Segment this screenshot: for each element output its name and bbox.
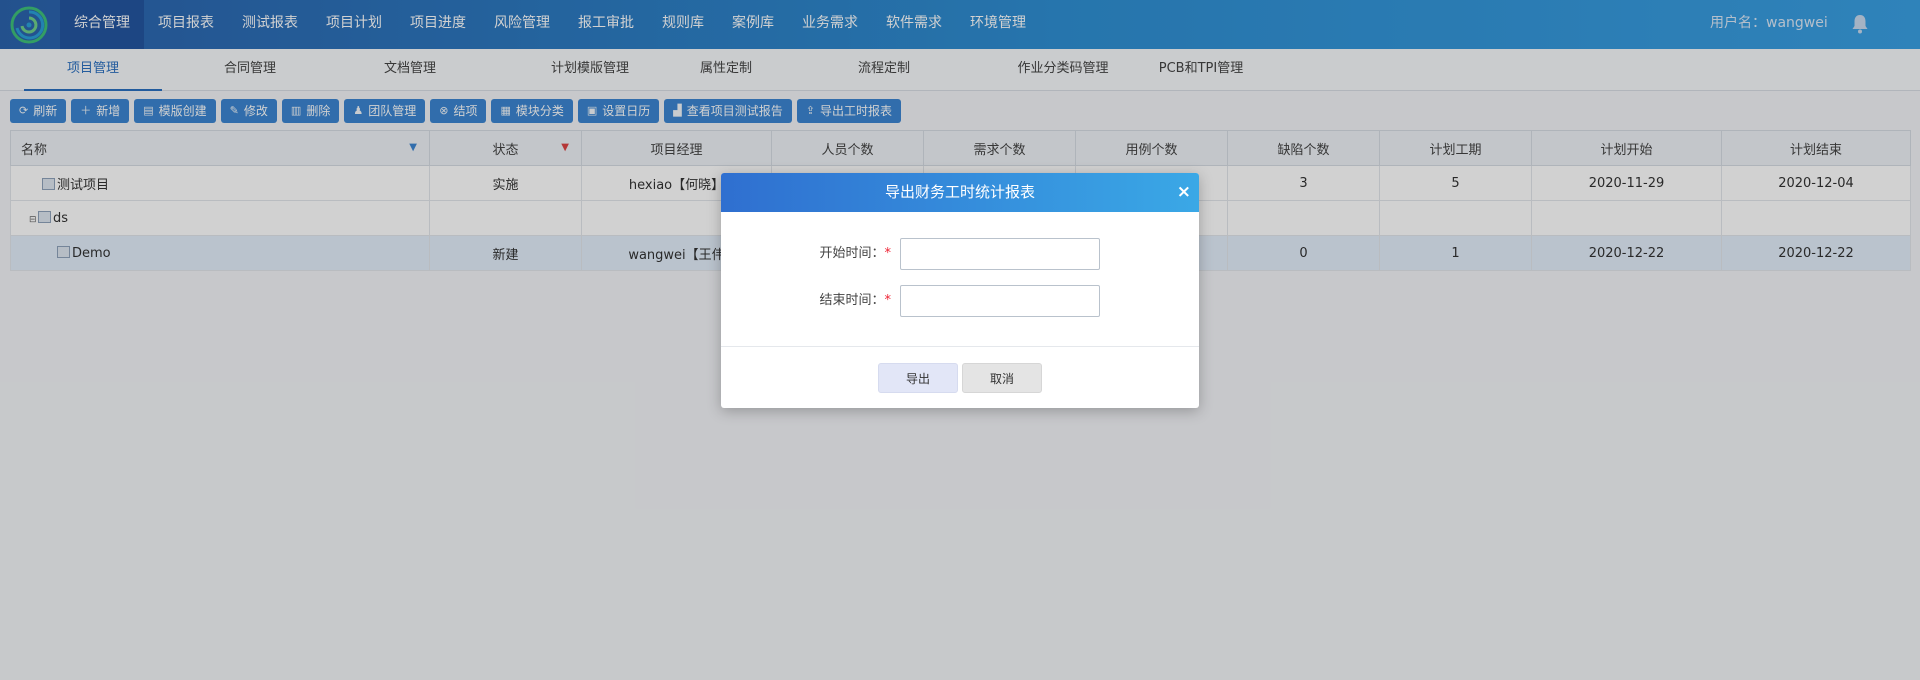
start-time-row: 开始时间：* xyxy=(721,238,1199,270)
required-mark: * xyxy=(884,246,892,261)
end-time-label: 结束时间：* xyxy=(721,285,891,317)
start-time-label-text: 开始时间： xyxy=(819,246,885,261)
end-time-input[interactable] xyxy=(900,285,1100,317)
end-time-row: 结束时间：* xyxy=(721,285,1199,317)
end-time-label-text: 结束时间： xyxy=(819,293,885,308)
start-time-input[interactable] xyxy=(900,238,1100,270)
required-mark: * xyxy=(884,293,892,308)
cancel-button[interactable]: 取消 xyxy=(962,363,1042,393)
export-report-dialog: 导出财务工时统计报表 × 开始时间：* 结束时间：* 导出 取消 xyxy=(721,173,1199,408)
dialog-header: 导出财务工时统计报表 × xyxy=(721,173,1199,212)
export-button[interactable]: 导出 xyxy=(878,363,958,393)
close-icon[interactable]: × xyxy=(1177,173,1191,212)
start-time-label: 开始时间：* xyxy=(721,238,891,270)
dialog-divider xyxy=(721,346,1199,347)
dialog-title: 导出财务工时统计报表 xyxy=(884,183,1035,201)
